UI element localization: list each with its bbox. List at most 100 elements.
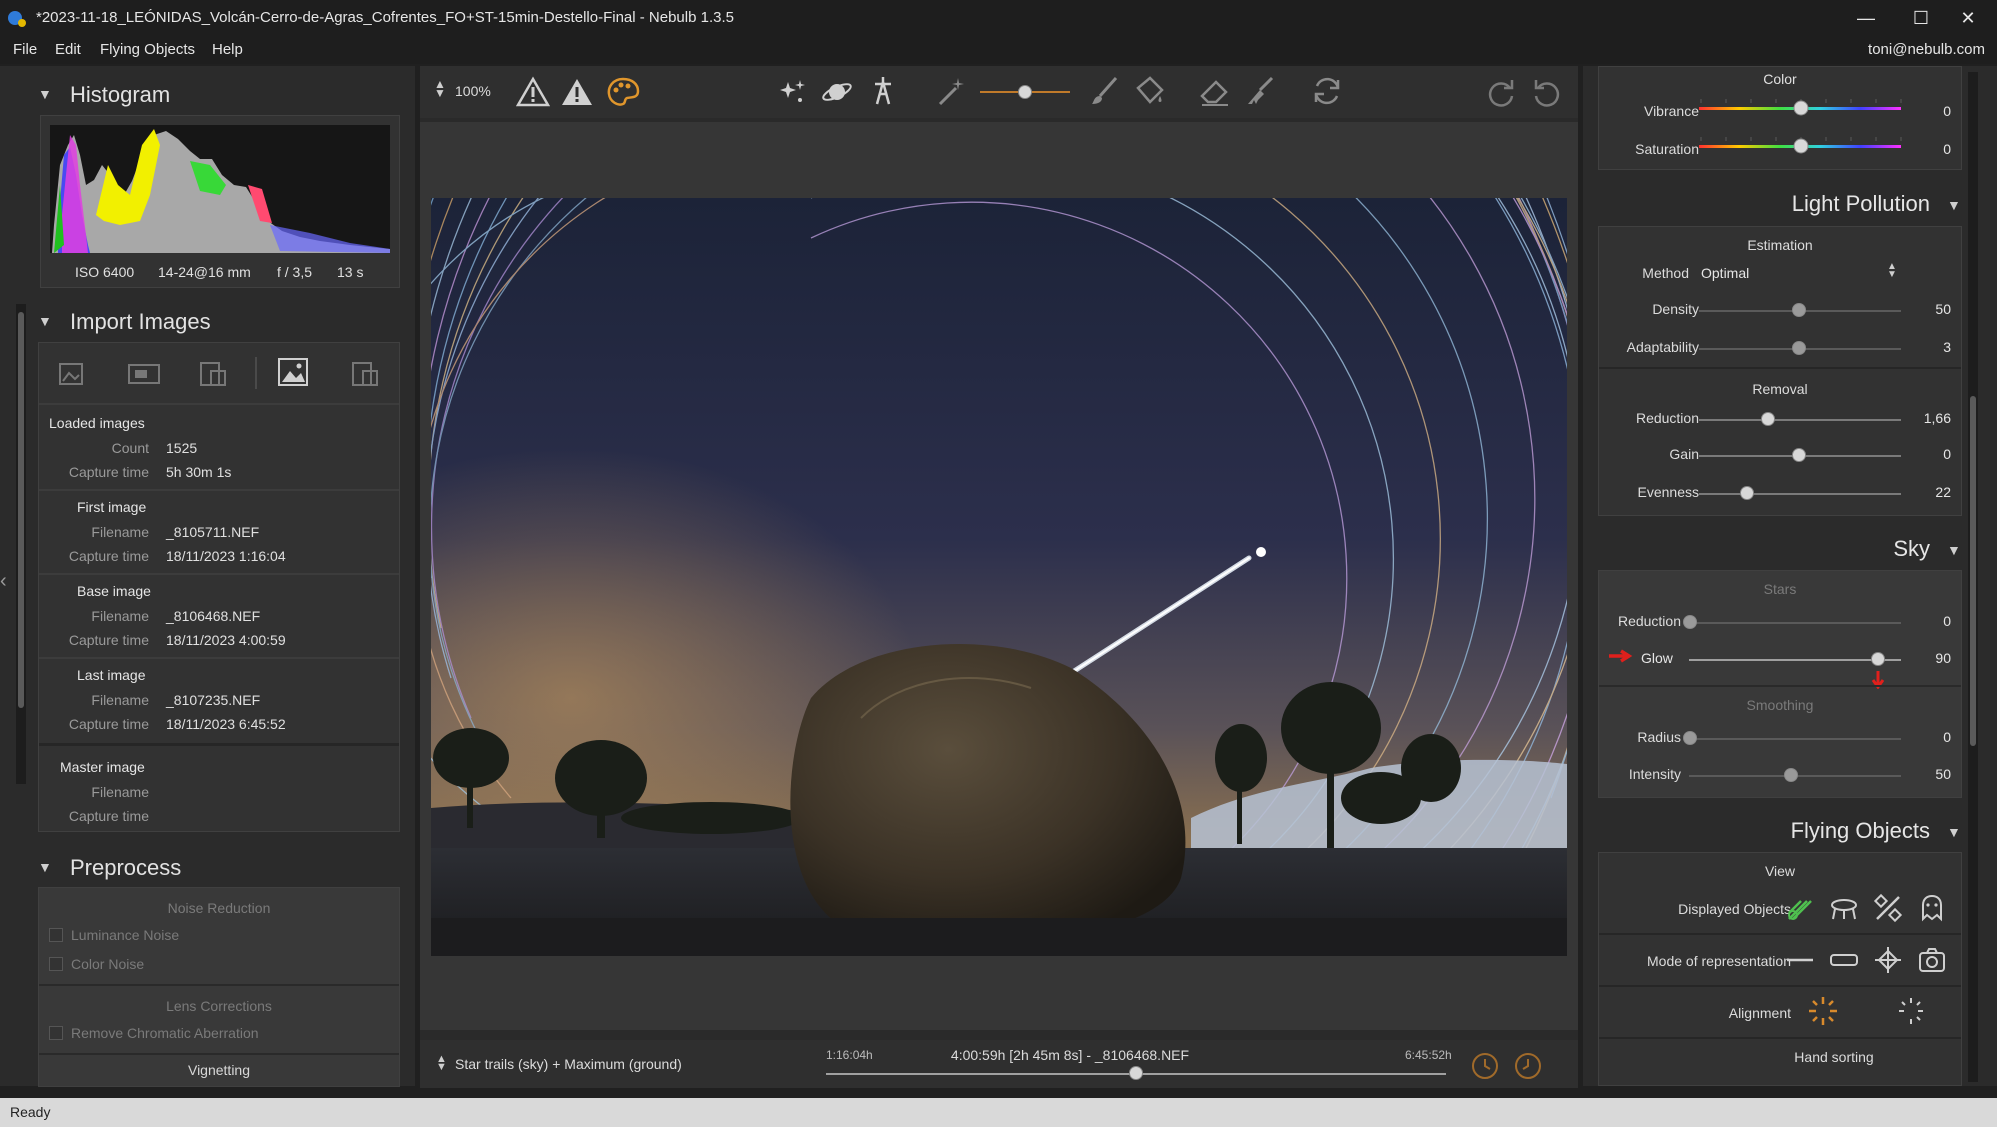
radiant-alignment-icon[interactable] (1807, 995, 1839, 1027)
divider (39, 657, 399, 659)
close-button[interactable]: ✕ (1939, 0, 1997, 36)
stars-icon[interactable] (776, 76, 810, 108)
menu-edit[interactable]: Edit (55, 41, 81, 58)
gain-label: Gain (1669, 446, 1699, 462)
evenness-slider-track[interactable] (1699, 493, 1901, 495)
collapse-triangle-icon[interactable]: ▼ (38, 313, 52, 329)
left-scrollbar-thumb[interactable] (18, 312, 24, 708)
zoom-level[interactable]: 100% (455, 83, 491, 99)
reduction-slider-track[interactable] (1699, 419, 1901, 421)
refresh-icon[interactable] (1310, 74, 1344, 108)
composite-mode[interactable]: Star trails (sky) + Maximum (ground) (455, 1056, 682, 1072)
flying-objects-panel: View Displayed Objects Mode of represent… (1598, 852, 1962, 1086)
adaptability-slider-knob[interactable] (1792, 341, 1806, 355)
collapse-triangle-icon[interactable]: ▼ (1947, 197, 1961, 213)
divider (39, 489, 399, 491)
import-video-icon[interactable] (127, 359, 161, 389)
collapse-triangle-icon[interactable]: ▼ (38, 859, 52, 875)
paint-bucket-icon[interactable] (1132, 74, 1166, 108)
import-images-panel: Loaded images Count 1525 Capture time 5h… (38, 342, 400, 832)
intensity-slider-knob[interactable] (1784, 768, 1798, 782)
collapse-triangle-icon[interactable]: ▼ (1947, 824, 1961, 840)
color-palette-icon[interactable] (606, 76, 640, 108)
method-dropdown-icon[interactable]: ▲ ▼ (1887, 262, 1897, 280)
ufo-airplane-icon[interactable] (1829, 893, 1859, 923)
remove-chromatic-aberration-checkbox[interactable] (49, 1026, 63, 1040)
timeline-knob[interactable] (1129, 1066, 1143, 1080)
broom-icon[interactable] (1242, 74, 1276, 108)
import-master-image-icon[interactable] (277, 357, 309, 389)
reduction-slider-knob[interactable] (1761, 412, 1775, 426)
red-arrow-icon (1609, 649, 1633, 663)
minimize-button[interactable]: — (1837, 0, 1895, 36)
saturation-label: Saturation (1635, 141, 1699, 157)
clock-back-icon[interactable] (1470, 1050, 1502, 1082)
luminance-noise-checkbox[interactable] (49, 928, 63, 942)
bar-mode-icon[interactable] (1829, 945, 1859, 975)
gain-slider-knob[interactable] (1792, 448, 1806, 462)
density-slider-knob[interactable] (1792, 303, 1806, 317)
method-value[interactable]: Optimal (1701, 265, 1749, 281)
import-folder-images-icon[interactable] (57, 359, 87, 389)
reduction-value: 1,66 (1923, 410, 1951, 426)
parallel-alignment-icon[interactable] (1895, 995, 1927, 1027)
lens-corrections-label: Lens Corrections (166, 998, 272, 1014)
capture-time-label: Capture time (68, 464, 149, 480)
menu-file[interactable]: File (13, 41, 37, 58)
collapse-left-chevron-icon[interactable]: ‹ (0, 570, 7, 593)
menu-help[interactable]: Help (212, 41, 243, 58)
color-noise-checkbox[interactable] (49, 957, 63, 971)
radius-slider-track[interactable] (1689, 738, 1901, 740)
magic-wand-icon[interactable] (934, 74, 968, 108)
zoom-spinner-icon[interactable]: ▲ ▼ (434, 78, 446, 99)
sky-reduction-value: 0 (1943, 613, 1951, 629)
divider (39, 403, 399, 405)
account-label[interactable]: toni@nebulb.com (1868, 41, 1985, 58)
clock-forward-icon[interactable] (1512, 1050, 1544, 1082)
ground-tower-icon[interactable] (866, 74, 900, 108)
sky-reduction-slider-knob[interactable] (1683, 615, 1697, 629)
undo-icon[interactable] (1530, 74, 1564, 108)
bottom-bar: ▲ ▼ Star trails (sky) + Maximum (ground) … (420, 1040, 1578, 1088)
redo-icon[interactable] (1484, 74, 1518, 108)
glow-slider-knob[interactable] (1871, 652, 1885, 666)
mode-spinner-icon[interactable]: ▲ ▼ (436, 1054, 447, 1073)
meteor-icon[interactable] (1785, 893, 1815, 923)
satellite-icon[interactable] (1873, 893, 1903, 923)
glow-label: Glow (1641, 650, 1673, 666)
mode-of-representation-label: Mode of representation (1647, 953, 1791, 969)
menu-flying-objects[interactable]: Flying Objects (100, 41, 195, 58)
intensity-label: Intensity (1628, 766, 1681, 782)
base-capture-time-value: 18/11/2023 4:00:59 (166, 632, 286, 648)
glow-slider-track[interactable] (1689, 659, 1901, 661)
luminance-noise-label: Luminance Noise (71, 927, 180, 943)
line-mode-icon[interactable] (1785, 945, 1815, 975)
target-mode-icon[interactable] (1873, 945, 1903, 975)
adaptability-value: 3 (1943, 339, 1951, 355)
sky-reduction-label: Reduction (1617, 613, 1681, 629)
radius-slider-knob[interactable] (1683, 731, 1697, 745)
import-clipboard-icon[interactable] (197, 359, 231, 389)
right-scrollbar-thumb[interactable] (1970, 396, 1976, 746)
warning-outline-icon[interactable] (516, 76, 550, 108)
planet-icon[interactable] (820, 76, 854, 108)
warning-filled-icon[interactable] (560, 76, 594, 108)
import-master-clipboard-icon[interactable] (349, 359, 383, 389)
brush-size-slider-knob[interactable] (1018, 85, 1032, 99)
eraser-icon[interactable] (1198, 74, 1232, 108)
ghost-icon[interactable] (1917, 893, 1947, 923)
divider (39, 743, 399, 746)
collapse-triangle-icon[interactable]: ▼ (38, 86, 52, 102)
sky-reduction-slider-track[interactable] (1689, 622, 1901, 624)
collapse-triangle-icon[interactable]: ▼ (1947, 542, 1961, 558)
vibrance-slider[interactable] (1697, 95, 1903, 119)
camera-mode-icon[interactable] (1917, 945, 1947, 975)
evenness-slider-knob[interactable] (1740, 486, 1754, 500)
divider (39, 1053, 399, 1055)
removal-label: Removal (1752, 381, 1808, 397)
first-capture-time-value: 18/11/2023 1:16:04 (166, 548, 286, 564)
saturation-slider[interactable] (1697, 133, 1903, 157)
startrail-photo-render (431, 198, 1567, 956)
startrail-photo[interactable] (431, 198, 1567, 956)
brush-icon[interactable] (1088, 74, 1122, 108)
